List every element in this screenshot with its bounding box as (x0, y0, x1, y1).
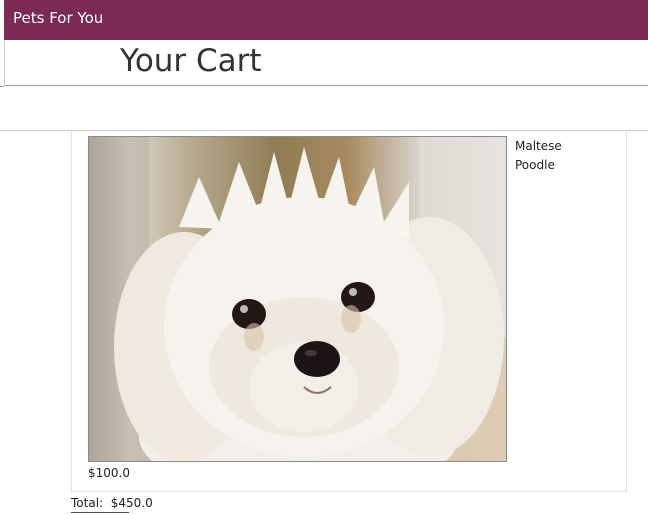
page-title: Your Cart (120, 43, 262, 79)
total-value: $450.0 (110, 496, 153, 510)
top-navbar: Pets For You (4, 0, 648, 40)
pet-photo (88, 136, 507, 462)
cart-total: Total: $450.0 (71, 495, 153, 511)
header-edge-divider (0, 58, 4, 87)
page-header (4, 40, 648, 86)
pet-breed-line: Maltese (515, 139, 562, 153)
brand-link[interactable]: Pets For You (13, 9, 103, 27)
total-underline (71, 512, 129, 513)
item-price: $100.0 (88, 466, 130, 480)
total-label: Total: (71, 496, 104, 510)
pet-breed-line: Poodle (515, 158, 555, 172)
